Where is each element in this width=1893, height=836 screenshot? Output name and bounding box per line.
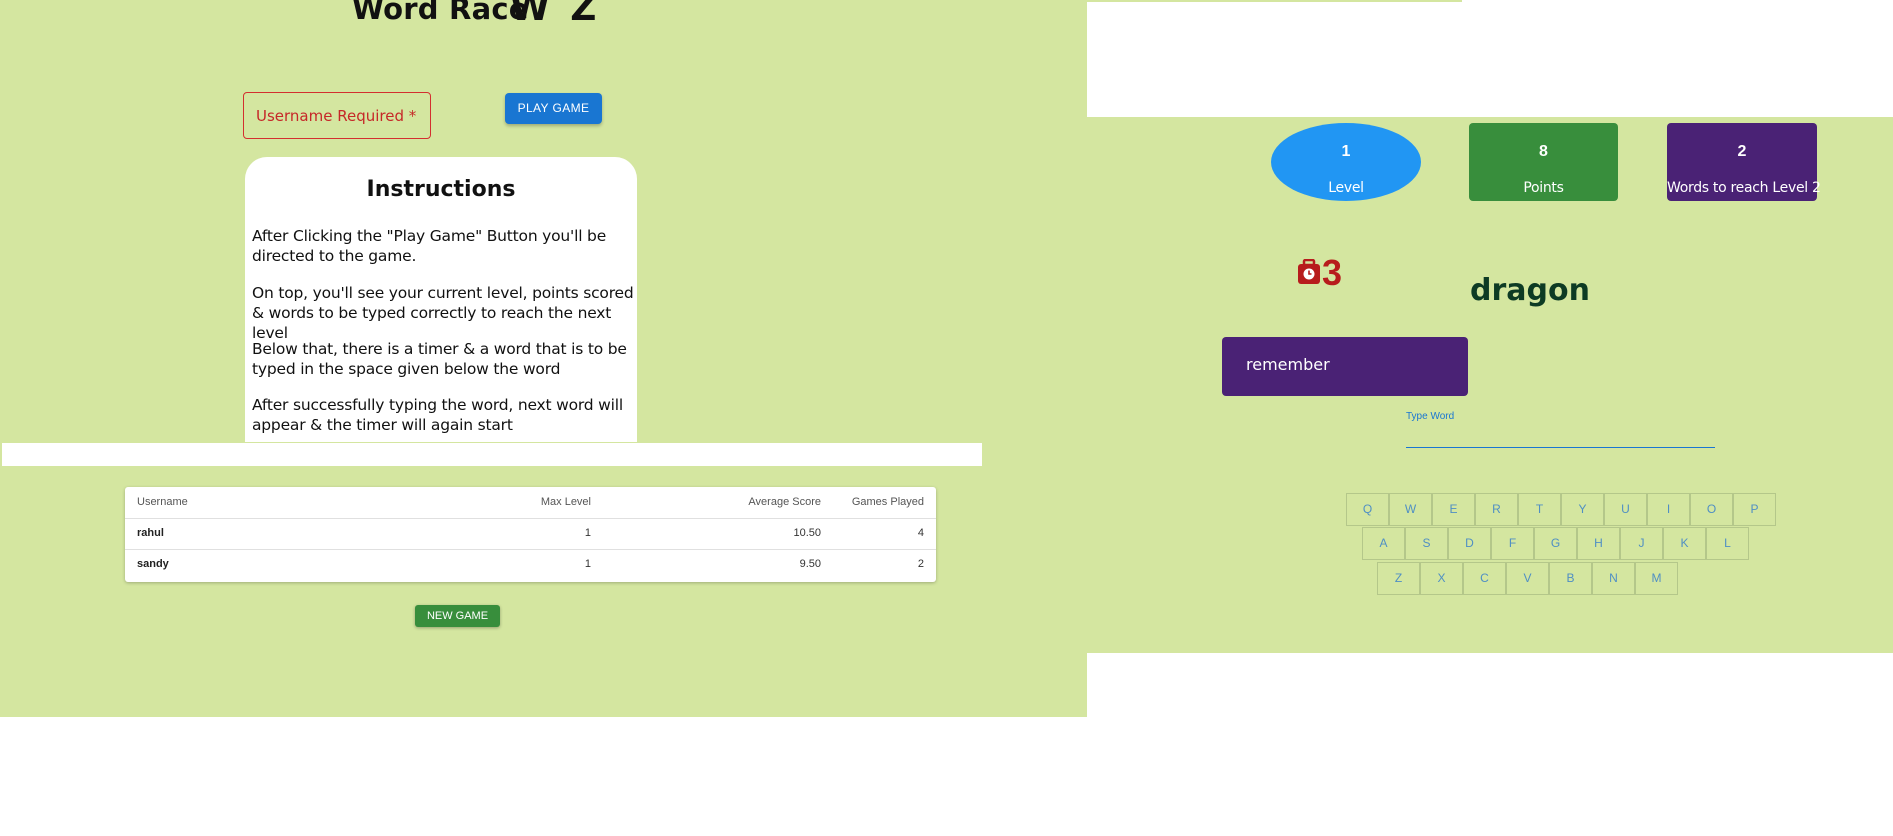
key-d[interactable]: D bbox=[1448, 527, 1491, 560]
cell-games-played: 2 bbox=[917, 558, 924, 570]
words-label: Words to reach Level 2 bbox=[1667, 180, 1821, 196]
top-edge-strip bbox=[998, 0, 1462, 2]
key-b[interactable]: B bbox=[1549, 562, 1592, 595]
instruction-paragraph: On top, you'll see your current level, p… bbox=[252, 284, 634, 342]
divider-strip bbox=[2, 443, 982, 466]
key-f[interactable]: F bbox=[1491, 527, 1534, 560]
key-e[interactable]: E bbox=[1432, 493, 1475, 526]
cell-max-level: 1 bbox=[584, 558, 591, 570]
key-x[interactable]: X bbox=[1420, 562, 1463, 595]
cell-username: rahul bbox=[137, 527, 164, 539]
game-title-clipped: W Z bbox=[510, 0, 601, 29]
key-c[interactable]: C bbox=[1463, 562, 1506, 595]
key-y[interactable]: Y bbox=[1561, 493, 1604, 526]
key-s[interactable]: S bbox=[1405, 527, 1448, 560]
key-n[interactable]: N bbox=[1592, 562, 1635, 595]
key-k[interactable]: K bbox=[1663, 527, 1706, 560]
target-word: dragon bbox=[1470, 273, 1590, 308]
table-row: sandy 1 9.50 2 bbox=[125, 549, 936, 580]
previous-word-box: remember bbox=[1222, 337, 1468, 396]
instruction-paragraph: After successfully typing the word, next… bbox=[252, 396, 623, 434]
key-w[interactable]: W bbox=[1389, 493, 1432, 526]
header-average-score: Average Score bbox=[748, 496, 821, 508]
level-stat: 1 Level bbox=[1271, 123, 1421, 201]
level-value: 1 bbox=[1341, 143, 1351, 160]
key-h[interactable]: H bbox=[1577, 527, 1620, 560]
play-game-button[interactable]: PLAY GAME bbox=[505, 93, 602, 124]
header-username: Username bbox=[137, 496, 188, 508]
points-value: 8 bbox=[1539, 143, 1548, 160]
key-i[interactable]: I bbox=[1647, 493, 1690, 526]
key-u[interactable]: U bbox=[1604, 493, 1647, 526]
instructions-title: Instructions bbox=[366, 177, 516, 202]
key-j[interactable]: J bbox=[1620, 527, 1663, 560]
new-game-button[interactable]: NEW GAME bbox=[415, 605, 500, 627]
words-value: 2 bbox=[1737, 143, 1747, 160]
cell-username: sandy bbox=[137, 558, 169, 570]
table-row: rahul 1 10.50 4 bbox=[125, 518, 936, 550]
key-v[interactable]: V bbox=[1506, 562, 1549, 595]
key-l[interactable]: L bbox=[1706, 527, 1749, 560]
key-g[interactable]: G bbox=[1534, 527, 1577, 560]
instruction-paragraph: Below that, there is a timer & a word th… bbox=[252, 340, 627, 378]
instructions-card: Instructions After Clicking the "Play Ga… bbox=[245, 157, 637, 442]
type-word-label: Type Word bbox=[1406, 411, 1455, 422]
key-q[interactable]: Q bbox=[1346, 493, 1389, 526]
key-m[interactable]: M bbox=[1635, 562, 1678, 595]
cell-average-score: 10.50 bbox=[793, 527, 821, 539]
header-games-played: Games Played bbox=[851, 496, 924, 508]
level-label: Level bbox=[1328, 180, 1364, 196]
cell-average-score: 9.50 bbox=[799, 558, 821, 570]
points-label: Points bbox=[1523, 180, 1564, 196]
key-p[interactable]: P bbox=[1733, 493, 1776, 526]
cell-games-played: 4 bbox=[917, 527, 924, 539]
timer-icon bbox=[1298, 259, 1320, 284]
key-o[interactable]: O bbox=[1690, 493, 1733, 526]
timer-value: 3 bbox=[1322, 252, 1343, 293]
key-r[interactable]: R bbox=[1475, 493, 1518, 526]
key-a[interactable]: A bbox=[1362, 527, 1405, 560]
leaderboard-table: Username Max Level Average Score Games P… bbox=[125, 487, 936, 582]
header-max-level: Max Level bbox=[540, 496, 591, 508]
cell-max-level: 1 bbox=[584, 527, 591, 539]
table-header-row: Username Max Level Average Score Games P… bbox=[125, 487, 936, 519]
words-to-next-level-stat: 2 Words to reach Level 2 bbox=[1667, 123, 1821, 201]
type-word-input[interactable] bbox=[1406, 447, 1715, 448]
key-z[interactable]: Z bbox=[1377, 562, 1420, 595]
key-t[interactable]: T bbox=[1518, 493, 1561, 526]
game-screen-panel-corner bbox=[998, 536, 1087, 653]
game-title: Word Race bbox=[352, 0, 529, 26]
instruction-paragraph: After Clicking the "Play Game" Button yo… bbox=[252, 227, 607, 265]
username-input[interactable]: Username Required * bbox=[243, 92, 431, 139]
points-stat: 8 Points bbox=[1469, 123, 1618, 201]
